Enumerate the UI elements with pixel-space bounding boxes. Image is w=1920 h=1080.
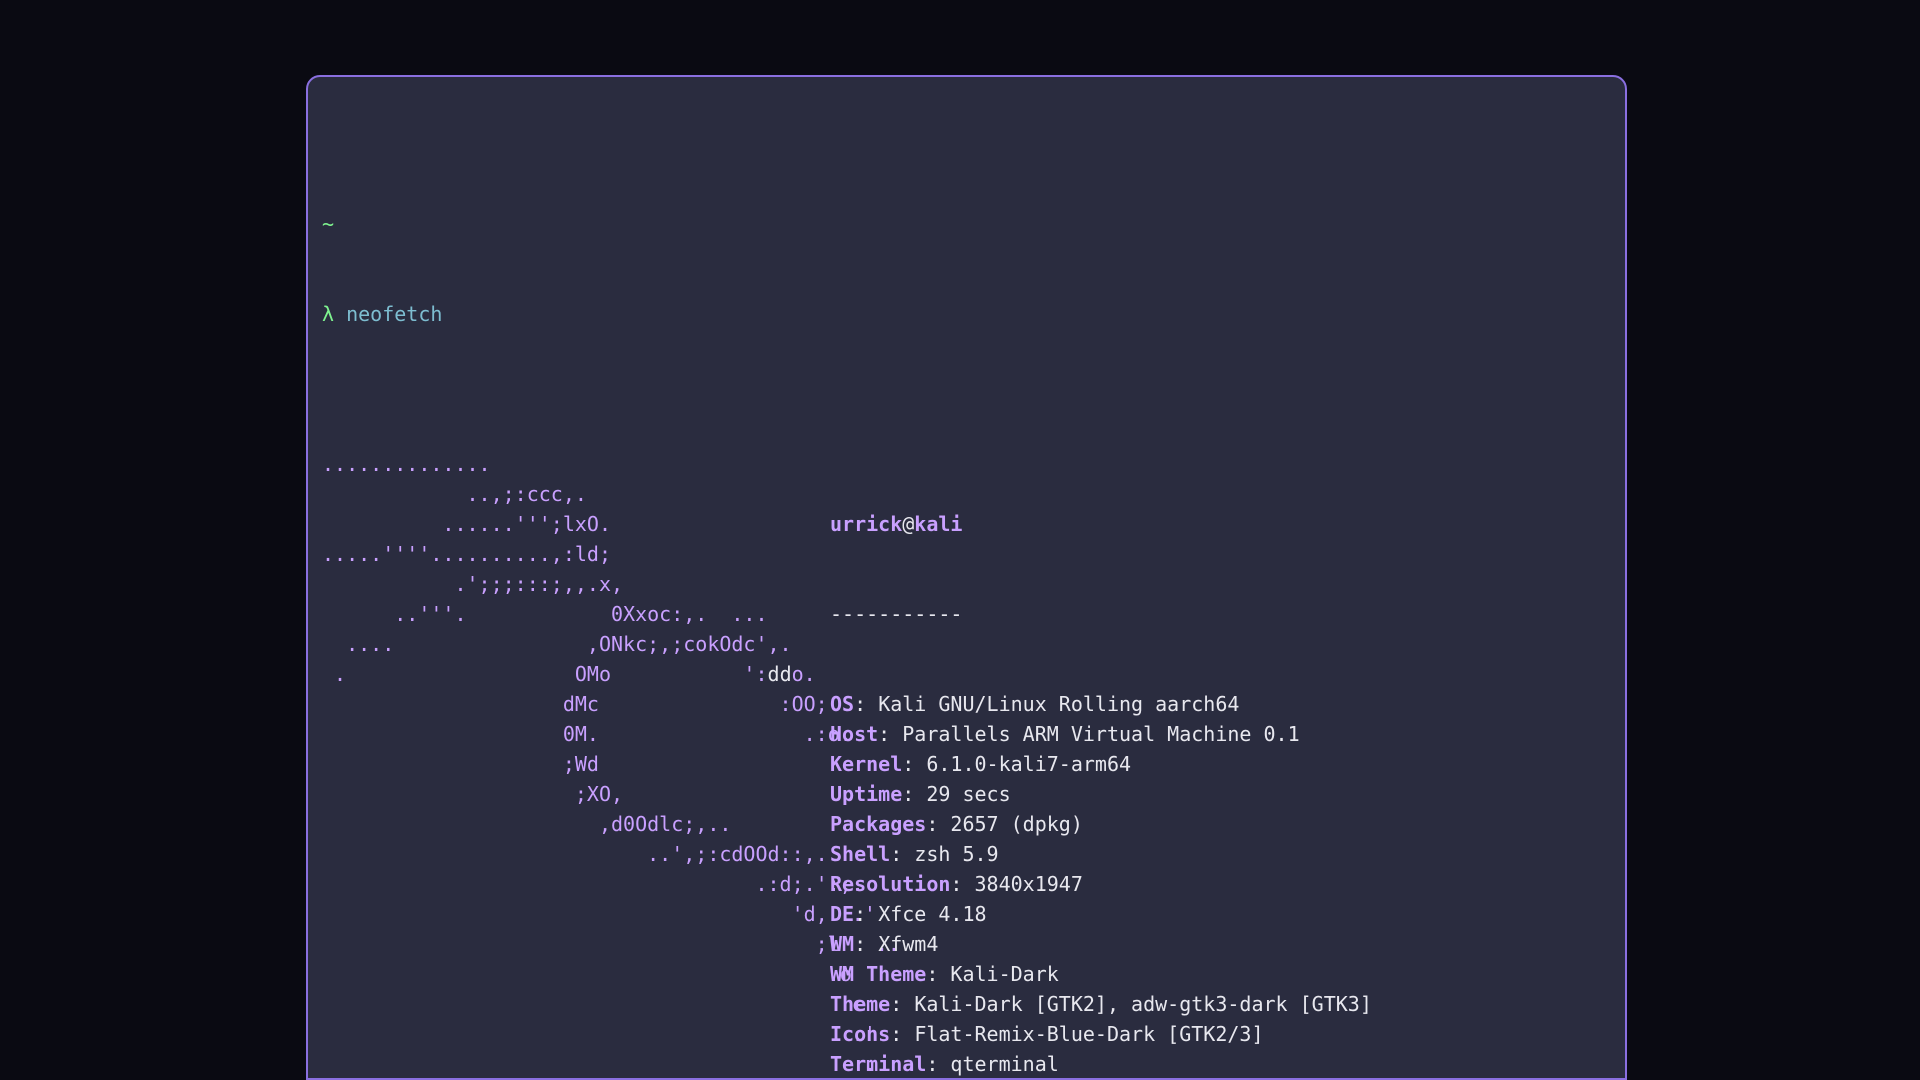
- terminal-window[interactable]: ~ λ neofetch .............. ..,;:ccc,. .…: [306, 75, 1627, 1080]
- sysinfo-value: Xfwm4: [878, 932, 938, 956]
- sysinfo-line: DE: Xfce 4.18: [830, 899, 1611, 929]
- sysinfo-value: Flat-Remix-Blue-Dark [GTK2/3]: [914, 1022, 1263, 1046]
- sysinfo-value: 3840x1947: [975, 872, 1083, 896]
- sysinfo-line: WM: Xfwm4: [830, 929, 1611, 959]
- sysinfo-line: Shell: zsh 5.9: [830, 839, 1611, 869]
- sysinfo-value: Kali GNU/Linux Rolling aarch64: [878, 692, 1239, 716]
- sysinfo-key: Resolution: [830, 872, 950, 896]
- sysinfo-key: DE: [830, 902, 854, 926]
- sysinfo-value: Xfce 4.18: [878, 902, 986, 926]
- sysinfo-line: Packages: 2657 (dpkg): [830, 809, 1611, 839]
- sysinfo-value: 6.1.0-kali7-arm64: [926, 752, 1131, 776]
- sysinfo-line: Icons: Flat-Remix-Blue-Dark [GTK2/3]: [830, 1019, 1611, 1049]
- sysinfo-key: Icons: [830, 1022, 890, 1046]
- separator: -----------: [830, 599, 1611, 629]
- sysinfo-key: Kernel: [830, 752, 902, 776]
- sysinfo-line: Terminal: qterminal: [830, 1049, 1611, 1079]
- hostname: kali: [914, 512, 962, 536]
- at-sign: @: [902, 512, 914, 536]
- sysinfo-key: Host: [830, 722, 878, 746]
- sysinfo-value: Parallels ARM Virtual Machine 0.1: [902, 722, 1299, 746]
- sysinfo-key: Uptime: [830, 782, 902, 806]
- sysinfo-column: urrick@kali ----------- OS: Kali GNU/Lin…: [830, 449, 1611, 1080]
- sysinfo-key: WM Theme: [830, 962, 926, 986]
- sysinfo-key: Shell: [830, 842, 890, 866]
- sysinfo-line: Uptime: 29 secs: [830, 779, 1611, 809]
- sysinfo-key: OS: [830, 692, 854, 716]
- sysinfo-value: 2657 (dpkg): [950, 812, 1082, 836]
- sysinfo-key: Terminal: [830, 1052, 926, 1076]
- sysinfo-key: Packages: [830, 812, 926, 836]
- sysinfo-line: Resolution: 3840x1947: [830, 869, 1611, 899]
- sysinfo-value: 29 secs: [926, 782, 1010, 806]
- sysinfo-value: Kali-Dark [GTK2], adw-gtk3-dark [GTK3]: [914, 992, 1372, 1016]
- username: urrick: [830, 512, 902, 536]
- prompt-line-1: ~: [322, 209, 1611, 239]
- sysinfo-value: qterminal: [950, 1052, 1058, 1076]
- prompt-lambda: λ: [322, 302, 334, 326]
- sysinfo-key: WM: [830, 932, 854, 956]
- prompt-tilde: ~: [322, 212, 334, 236]
- user-host-line: urrick@kali: [830, 509, 1611, 539]
- sysinfo-line: WM Theme: Kali-Dark: [830, 959, 1611, 989]
- sysinfo-line: OS: Kali GNU/Linux Rolling aarch64: [830, 689, 1611, 719]
- sysinfo-value: Kali-Dark: [950, 962, 1058, 986]
- neofetch-output: .............. ..,;:ccc,. ......''';lxO.…: [322, 449, 1611, 1080]
- sysinfo-line: Kernel: 6.1.0-kali7-arm64: [830, 749, 1611, 779]
- ascii-logo: .............. ..,;:ccc,. ......''';lxO.…: [322, 449, 830, 1080]
- sysinfo-line: Host: Parallels ARM Virtual Machine 0.1: [830, 719, 1611, 749]
- prompt-cmd-1: λ neofetch: [322, 299, 1611, 329]
- cmd-neofetch: neofetch: [346, 302, 442, 326]
- sysinfo-value: zsh 5.9: [914, 842, 998, 866]
- sysinfo-line: Theme: Kali-Dark [GTK2], adw-gtk3-dark […: [830, 989, 1611, 1019]
- sysinfo-key: Theme: [830, 992, 890, 1016]
